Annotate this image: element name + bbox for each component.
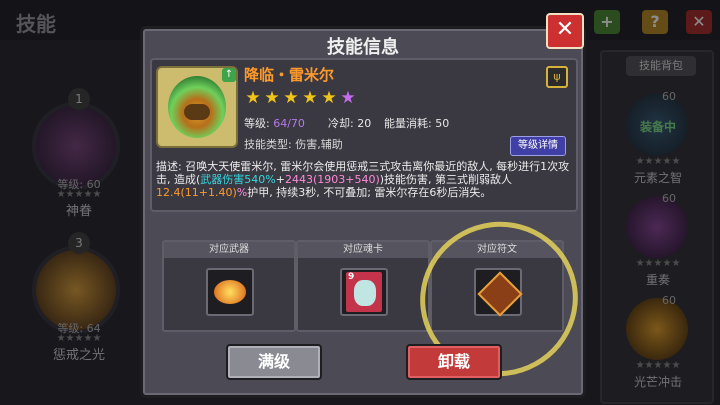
weapon-slot: 对应武器 [162,240,296,332]
energy-label: 能量消耗: [384,117,432,130]
cooldown-stat: 冷却: 20 [328,115,371,131]
level-stat: 等级: 64/70 [244,115,305,131]
dialog-title: 技能信息 [327,37,399,58]
close-button[interactable]: ✕ [546,13,584,49]
character-portrait-icon [354,280,376,306]
skill-star-rating: ★ ★ ★ ★ ★ ★ [244,88,358,107]
soul-card-icon: 9 [346,272,382,312]
cooldown-value: 20 [357,117,372,130]
star-icon: ★ [340,88,356,108]
soul-card-slot: 对应魂卡 9 [296,240,430,332]
desc-part: )技能伤害, 第三式削弱敌人 [379,173,513,186]
skill-face-icon [184,104,210,120]
max-level-button[interactable]: 满级 [226,344,322,380]
skill-name: 降临・雷米尔 [244,66,335,84]
percent-text: % [236,186,248,199]
desc-plus: + [275,173,285,186]
flat-damage-text: 2443(1903+540) [284,173,380,186]
energy-value: 50 [435,117,450,130]
energy-stat: 能量消耗: 50 [384,115,449,131]
star-icon: ★ [302,88,318,108]
weapon-item[interactable] [206,268,254,316]
level-value: 64/70 [273,117,305,130]
star-icon: ★ [283,88,299,108]
slot-header: 对应魂卡 [298,242,428,258]
unload-button[interactable]: 卸载 [406,344,502,380]
skill-type: 技能类型: 伤害,辅助 [244,138,343,151]
level-details-button[interactable]: 等级详情 [510,136,566,156]
skill-description: 描述: 召唤大天使雷米尔, 雷米尔会使用惩戒三式攻击离你最近的敌人, 每秒进行1… [156,160,570,199]
level-label: 等级: [244,117,270,130]
desc-part: 护甲, 持续3秒, 不可叠加; 雷米尔存在6秒后消失。 [247,186,492,199]
soul-card-item[interactable]: 9 [340,268,388,316]
upgrade-badge-icon: ↑ [222,68,236,82]
armor-weaken-text: 12.4(11+1.40) [156,186,237,199]
slot-header: 对应武器 [164,242,294,258]
card-number: 9 [348,272,355,282]
star-icon: ★ [264,88,280,108]
weapon-damage-text: 武器伤害540% [200,173,276,186]
skill-icon: ↑ [156,66,238,148]
weapon-icon [214,280,246,304]
rune-icon[interactable]: ψ [546,66,568,88]
star-icon: ★ [245,88,261,108]
cooldown-label: 冷却: [328,117,354,130]
star-icon: ★ [321,88,337,108]
